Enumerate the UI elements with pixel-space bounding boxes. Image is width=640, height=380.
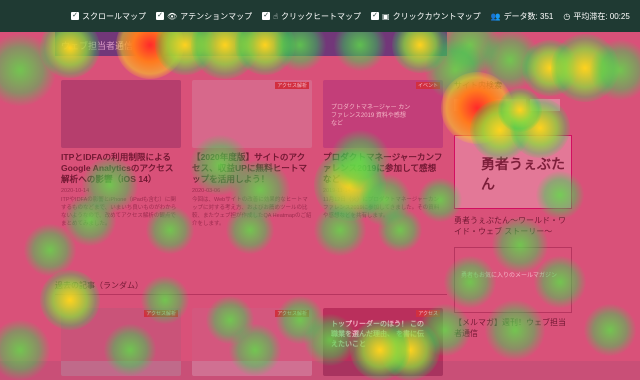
category-badge: アクセス解析 (275, 310, 309, 317)
article-title[interactable]: プロダクトマネージャーカンファレンス2019に参加して感想など (323, 152, 443, 185)
count-icon: ▣ (382, 11, 390, 21)
article-excerpt: 11月12日（火）にプロダクトマネージャーカンファレンス2019に参加してきまし… (323, 197, 440, 219)
data-count: 👥 データ数: 351 (491, 11, 554, 22)
eye-icon: 👁 (167, 11, 178, 21)
scroll-map-label: スクロールマップ (82, 11, 146, 21)
banner-text: 勇者うぇぶたん (481, 156, 565, 192)
article-date: 2020-10-14 (61, 188, 90, 194)
article-card[interactable]: アクセス解析 【2020年度版】サイトのアクセス、収益UPに無料ヒートマップを活… (192, 80, 312, 228)
category-badge: イベント (415, 82, 440, 89)
article-title[interactable]: ITPとIDFAの利用制限によるGoogle Analyticsのアクセス解析へ… (61, 152, 181, 185)
newsletter-banner[interactable]: 勇者もお気に入りのメールマガジン (454, 247, 572, 313)
article-card[interactable]: ITPとIDFAの利用制限によるGoogle Analyticsのアクセス解析へ… (61, 80, 181, 228)
click-count-map-toggle[interactable]: ✓ ▣ クリックカウントマップ (371, 11, 481, 22)
click-count-map-label: クリックカウントマップ (392, 11, 481, 21)
random-article-card[interactable]: アクセス解析 (61, 308, 181, 376)
avg-stay: ◷ 平均滞在: 00:25 (563, 11, 629, 22)
click-heat-map-label: クリックヒートマップ (281, 11, 362, 21)
site-logo[interactable]: ウェブ担当者通信 (61, 39, 133, 52)
scroll-map-toggle[interactable]: ✓ スクロールマップ (71, 11, 146, 22)
article-title[interactable]: 【2020年度版】サイトのアクセス、収益UPに無料ヒートマップを活用しよう！ (192, 152, 312, 185)
article-excerpt: ITPやIDFAの影響とiPhone（iPadも含む）に関するものなどまで、いま… (61, 197, 177, 227)
article-thumbnail[interactable]: アクセス解析 (192, 80, 312, 148)
search-input[interactable]: Google (454, 99, 526, 111)
category-badge: アクセス (416, 310, 440, 317)
article-thumbnail[interactable]: アクセス解析 (192, 308, 312, 376)
article-date: 2020-03-06 (192, 188, 221, 194)
banner-text: 勇者もお気に入りのメールマガジン (461, 273, 558, 279)
checkbox-icon[interactable]: ✓ (156, 12, 164, 20)
article-thumbnail[interactable]: アクセス トップリーダーのほう！ この職業を選んだ理由、 を書に伝えたいこと (323, 308, 443, 376)
article-thumbnail[interactable]: アクセス解析 (61, 308, 181, 376)
sidebar: サイト内検索 Google 勇者うぇぶたん 勇者うぇぶたん〜ワールド・ワイド・ウ… (454, 80, 572, 339)
pointer-icon: ☝ (273, 11, 279, 21)
random-article-card[interactable]: アクセス解析 (192, 308, 312, 376)
webtan-banner[interactable]: 勇者うぇぶたん (454, 135, 572, 209)
random-articles-heading: 過去の記事（ランダム） (55, 280, 447, 295)
article-card[interactable]: イベント プロダクトマネージャー カンファレンス2019 資料や感想など プロダ… (323, 80, 443, 220)
site-header: ウェブ担当者通信 (55, 32, 447, 56)
clock-icon: ◷ (563, 11, 571, 21)
thumbnail-text: トップリーダーのほう！ この職業を選んだ理由、 を書に伝えたいこと (331, 321, 424, 348)
page-under-heatmap: ウェブ担当者通信 ITPとIDFAの利用制限によるGoogle Analytic… (0, 32, 640, 376)
attention-map-label: アテンションマップ (180, 11, 253, 21)
checkbox-icon[interactable]: ✓ (262, 12, 271, 20)
click-heat-map-toggle[interactable]: ✓ ☝ クリックヒートマップ (262, 11, 361, 22)
article-thumbnail[interactable] (61, 80, 181, 148)
newsletter-caption[interactable]: 【メルマガ】週刊！ウェブ担当者通信 (454, 317, 570, 339)
heatmap-toolbar: ✓ スクロールマップ ✓ 👁 アテンションマップ ✓ ☝ クリックヒートマップ … (0, 0, 640, 32)
article-excerpt: 今回は、Webサイトの改善に効果的なヒートマップに対する考え方、およびお薦めツー… (192, 197, 312, 227)
checkbox-icon[interactable]: ✓ (71, 12, 79, 20)
checkbox-icon[interactable]: ✓ (371, 12, 380, 20)
category-badge: アクセス解析 (275, 82, 309, 89)
article-date: 2019-11-14 (323, 188, 351, 194)
users-icon: 👥 (490, 11, 501, 21)
sidebar-search-title: サイト内検索 (454, 81, 502, 90)
site-search: Google (454, 99, 570, 111)
data-count-label: データ数: 351 (503, 11, 554, 21)
thumbnail-text: プロダクトマネージャー カンファレンス2019 資料や感想など (331, 105, 411, 127)
avg-stay-label: 平均滞在: 00:25 (573, 11, 630, 21)
article-thumbnail[interactable]: イベント プロダクトマネージャー カンファレンス2019 資料や感想など (323, 80, 443, 148)
search-button[interactable] (530, 99, 560, 111)
attention-map-toggle[interactable]: ✓ 👁 アテンションマップ (156, 11, 252, 22)
category-badge: アクセス解析 (144, 310, 178, 317)
random-article-card[interactable]: アクセス トップリーダーのほう！ この職業を選んだ理由、 を書に伝えたいこと (323, 308, 443, 376)
banner-caption[interactable]: 勇者うぇぶたん〜ワールド・ワイド・ウェブ ストーリー〜 (454, 215, 570, 237)
